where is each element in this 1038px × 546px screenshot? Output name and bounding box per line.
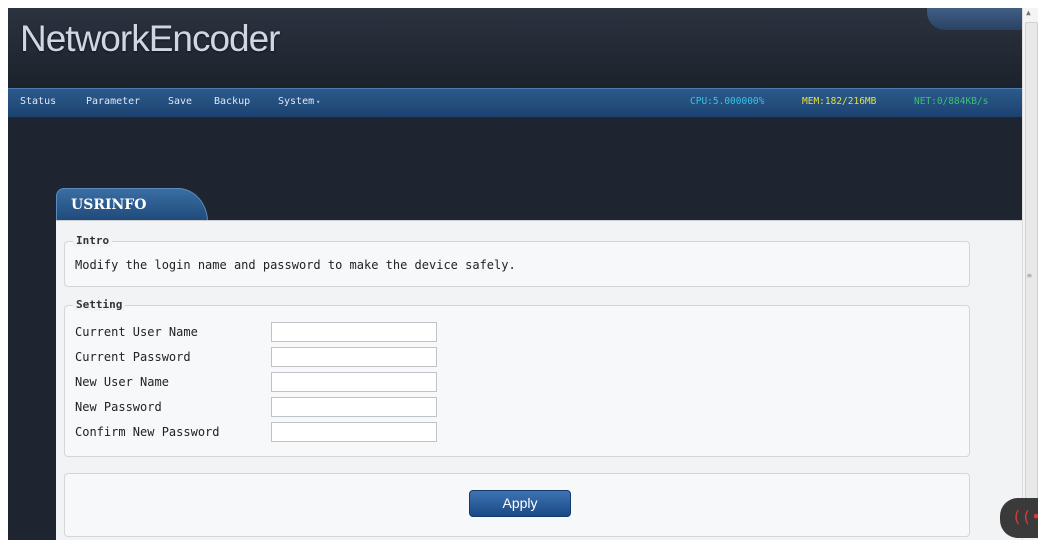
browser-viewport: NetworkEncoder Status Parameter Save Bac…: [0, 0, 1038, 546]
current-user-name-input[interactable]: [271, 322, 437, 342]
header-corner-decoration: [927, 8, 1022, 30]
vertical-scrollbar[interactable]: ▲ ≡: [1022, 8, 1038, 540]
net-status: NET:0/884KB/s: [914, 96, 989, 107]
chevron-down-icon: ▾: [316, 98, 321, 106]
tab-usrinfo-label: USRINFO: [71, 197, 147, 213]
nav-item-save[interactable]: Save: [168, 96, 192, 107]
new-user-name-input[interactable]: [271, 372, 437, 392]
setting-legend: Setting: [73, 298, 126, 311]
new-user-name-label: New User Name: [75, 375, 169, 389]
nav-item-system-label: System: [278, 96, 315, 107]
nav-item-system[interactable]: System ▾: [278, 96, 320, 107]
setting-fieldset: Setting Current User Name Current Passwo…: [64, 298, 970, 457]
intro-legend: Intro: [73, 234, 113, 247]
scrollbar-grip-icon: ≡: [1027, 271, 1032, 280]
mem-status: MEM:182/216MB: [802, 96, 877, 107]
tab-usrinfo[interactable]: USRINFO: [56, 188, 208, 223]
content-panel: Intro Modify the login name and password…: [56, 220, 1022, 540]
app-logo: NetworkEncoder: [20, 18, 281, 59]
page: NetworkEncoder Status Parameter Save Bac…: [8, 8, 1022, 540]
current-user-name-label: Current User Name: [75, 325, 198, 339]
nav-item-status[interactable]: Status: [20, 96, 56, 107]
nav-item-backup[interactable]: Backup: [214, 96, 250, 107]
current-password-input[interactable]: [271, 347, 437, 367]
scroll-up-arrow-icon[interactable]: ▲: [1026, 8, 1031, 17]
cpu-status: CPU:5.000000%: [690, 96, 765, 107]
confirm-new-password-label: Confirm New Password: [75, 425, 220, 439]
confirm-new-password-input[interactable]: [271, 422, 437, 442]
new-password-label: New Password: [75, 400, 162, 414]
actions-fieldset: Apply: [64, 473, 970, 537]
nav-item-parameter[interactable]: Parameter: [86, 96, 140, 107]
apply-button[interactable]: Apply: [469, 490, 571, 517]
intro-fieldset: Intro Modify the login name and password…: [64, 234, 970, 287]
nav-bar: Status Parameter Save Backup System ▾ CPU…: [8, 88, 1022, 118]
header: NetworkEncoder: [8, 8, 1022, 88]
new-password-input[interactable]: [271, 397, 437, 417]
current-password-label: Current Password: [75, 350, 191, 364]
wifi-icon[interactable]: ((•: [1000, 498, 1038, 538]
intro-text: Modify the login name and password to ma…: [75, 258, 516, 272]
